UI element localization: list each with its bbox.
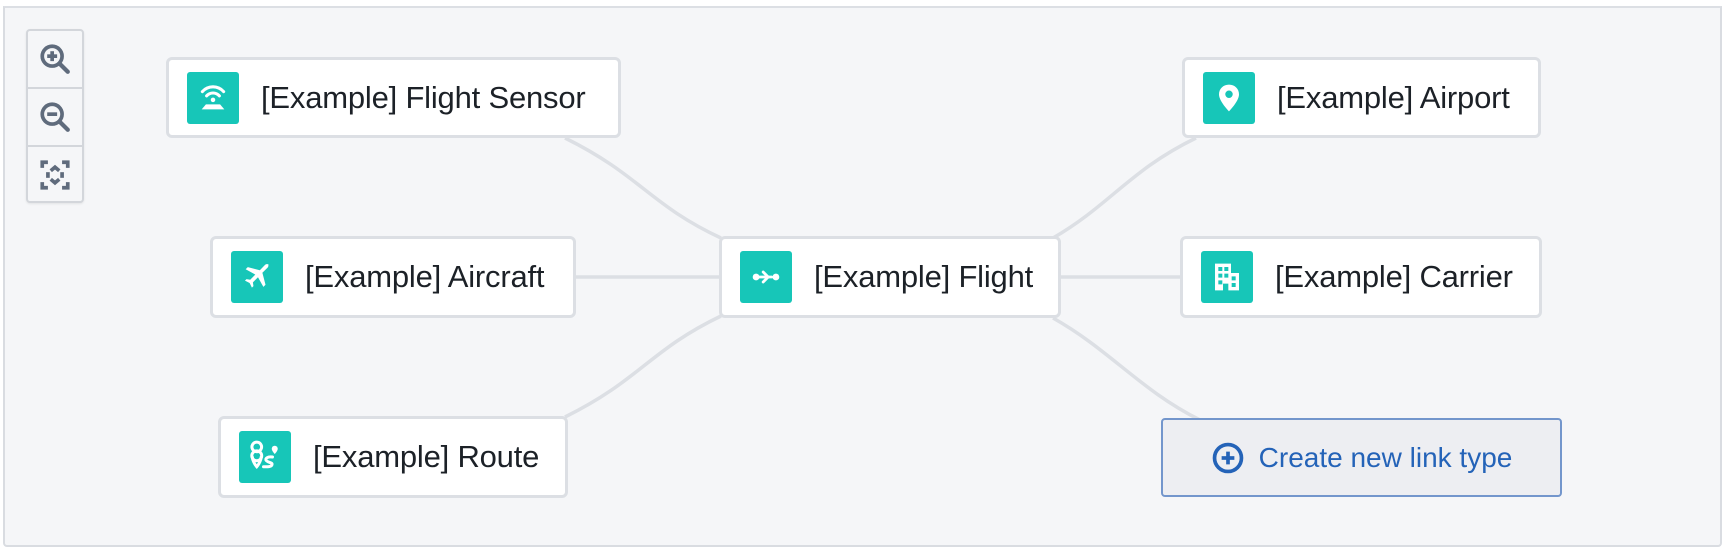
zoom-in-button[interactable]: [28, 31, 82, 89]
zoom-out-icon: [40, 102, 70, 132]
node-label: [Example] Flight: [814, 259, 1034, 294]
node-label: [Example] Aircraft: [305, 259, 545, 294]
node-flight-center[interactable]: [Example] Flight: [719, 236, 1061, 318]
fit-to-view-button[interactable]: [28, 147, 82, 203]
sensor-icon: [187, 71, 239, 124]
zoom-out-button[interactable]: [28, 89, 82, 147]
node-carrier[interactable]: [Example] Carrier: [1180, 236, 1542, 318]
plus-circle-icon: [1212, 442, 1243, 473]
building-icon: [1201, 251, 1253, 303]
node-label: [Example] Route: [313, 439, 540, 474]
edge-airport: [1052, 136, 1197, 240]
node-label: [Example] Flight Sensor: [261, 79, 586, 115]
edge-flight-sensor: [564, 136, 722, 240]
create-link-type-label: Create new link type: [1258, 441, 1513, 473]
node-label: [Example] Airport: [1277, 79, 1510, 115]
create-link-type-button[interactable]: Create new link type: [1161, 418, 1562, 497]
zoom-in-icon: [40, 44, 70, 74]
flight-icon: [740, 251, 792, 303]
airplane-icon: [231, 251, 283, 303]
fit-view-icon: [40, 160, 70, 190]
zoom-controls: [26, 29, 84, 203]
edge-create-link: [1052, 316, 1201, 422]
node-aircraft[interactable]: [Example] Aircraft: [210, 236, 576, 318]
route-icon: [239, 431, 291, 483]
map-pin-icon: [1203, 71, 1255, 124]
node-airport[interactable]: [Example] Airport: [1182, 57, 1541, 138]
node-route[interactable]: [Example] Route: [218, 416, 568, 498]
node-flight-sensor[interactable]: [Example] Flight Sensor: [166, 57, 621, 138]
node-label: [Example] Carrier: [1275, 259, 1513, 294]
edge-route: [564, 314, 722, 419]
